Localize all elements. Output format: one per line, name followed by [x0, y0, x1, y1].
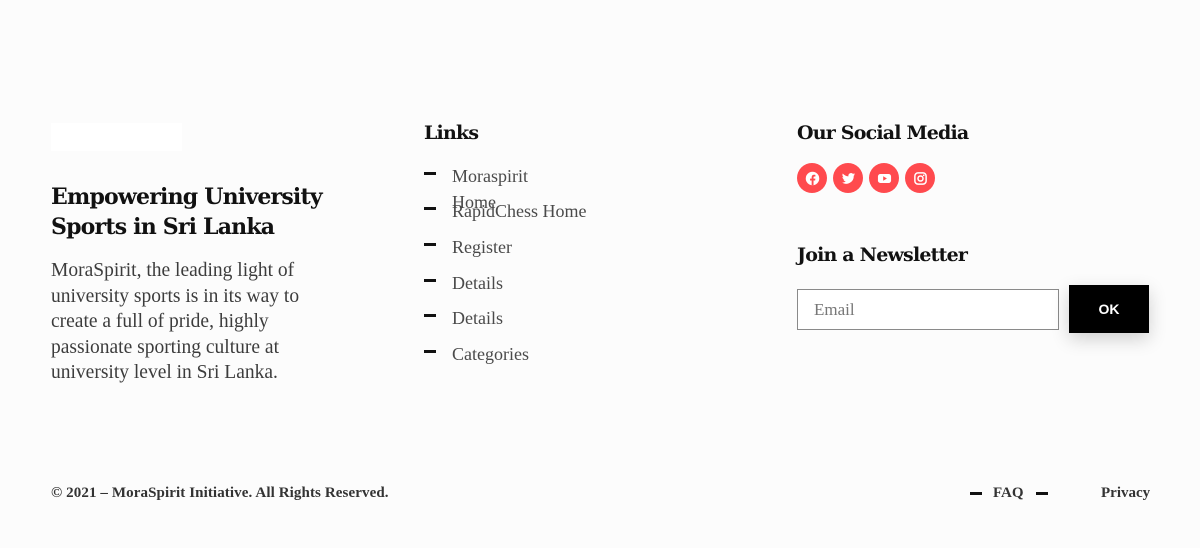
dash-icon	[424, 243, 436, 246]
link-label[interactable]: Details	[452, 270, 632, 296]
link-label[interactable]: Details	[452, 305, 632, 331]
subscribe-button[interactable]: OK	[1069, 285, 1149, 333]
instagram-icon[interactable]	[905, 163, 935, 193]
about-text: MoraSpirit, the leading light of univers…	[51, 260, 300, 383]
newsletter-heading: Join a Newsletter	[797, 244, 968, 266]
youtube-icon[interactable]	[869, 163, 899, 193]
dash-icon	[970, 492, 982, 495]
logo[interactable]	[51, 123, 182, 151]
link-details-1[interactable]: Details	[424, 270, 632, 296]
footer-section: Empowering University Sports in Sri Lank…	[0, 0, 1200, 548]
privacy-link[interactable]: Privacy	[1101, 485, 1150, 502]
social-heading: Our Social Media	[797, 122, 969, 144]
social-icons-row	[797, 163, 935, 193]
link-details-2[interactable]: Details	[424, 305, 632, 331]
link-rapidchess-home[interactable]: RapidChess Home	[424, 198, 632, 224]
link-categories[interactable]: Categories	[424, 341, 632, 367]
dash-icon	[424, 279, 436, 282]
link-register[interactable]: Register	[424, 234, 632, 260]
link-label[interactable]: RapidChess Home	[452, 198, 632, 224]
copyright-text: © 2021 – MoraSpirit Initiative. All Righ…	[51, 485, 389, 501]
twitter-icon[interactable]	[833, 163, 863, 193]
facebook-icon[interactable]	[797, 163, 827, 193]
email-field[interactable]	[797, 289, 1059, 330]
dash-icon	[424, 350, 436, 353]
link-label[interactable]: Register	[452, 234, 632, 260]
tagline-heading: Empowering University Sports in Sri Lank…	[51, 184, 323, 240]
dash-icon	[424, 207, 436, 210]
faq-link[interactable]: FAQ	[993, 485, 1024, 502]
dash-icon	[1036, 492, 1048, 495]
links-heading: Links	[424, 122, 479, 144]
link-label[interactable]: Categories	[452, 341, 632, 367]
dash-icon	[424, 314, 436, 317]
dash-icon	[424, 172, 436, 175]
